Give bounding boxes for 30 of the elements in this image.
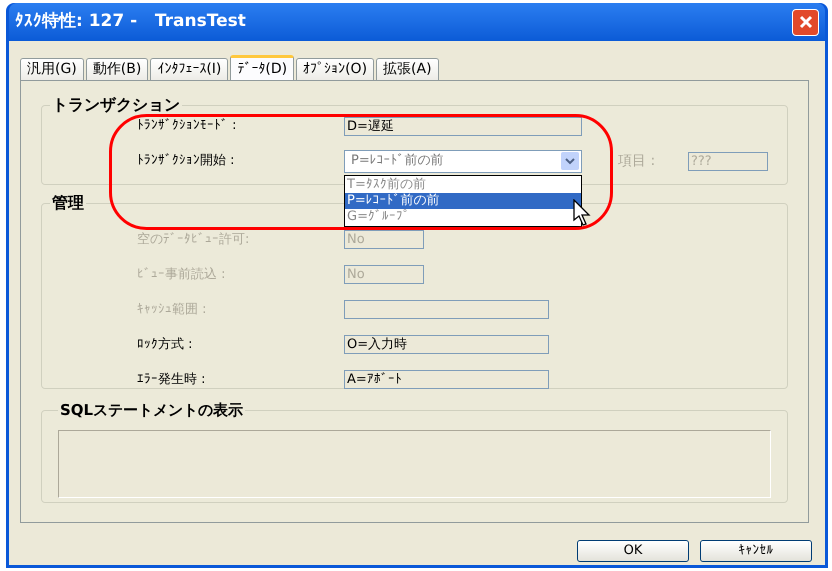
close-icon [798,15,812,29]
group-title: トランザクション [51,94,181,116]
dropdown-option[interactable]: T=ﾀｽｸ前の前 [345,176,581,192]
tab[interactable]: 拡張(A) [376,58,439,80]
dropdown[interactable]: P=ﾚｺｰﾄﾞ前の前 [344,150,582,172]
tab[interactable]: 汎用(G) [20,58,84,80]
field-label: ﾛｯｸ方式 : [137,336,194,354]
field-label: 空のﾃﾞｰﾀﾋﾞｭｰ許可: [137,230,250,249]
group-title: 管理 [51,192,85,214]
tab[interactable]: ﾃﾞｰﾀ(D) [230,55,294,80]
dialog-button[interactable]: OK [577,540,689,562]
close-button[interactable] [792,8,819,36]
field-label: ﾄﾗﾝｻﾞｸｼｮﾝﾓｰﾄﾞ : [137,117,238,136]
text-field[interactable]: A=ｱﾎﾞｰﾄ [344,370,549,389]
group-title: SQLステートメントの表示 [59,400,244,421]
text-field[interactable]: D=遅延 [344,116,582,136]
tab[interactable]: 動作(B) [86,58,148,80]
field-label: 項目 : [618,152,656,170]
dropdown-option[interactable]: P=ﾚｺｰﾄﾞ前の前 [345,192,581,208]
chevron-down-icon [561,152,579,170]
tab[interactable]: ｲﾝﾀﾌｪｰｽ(I) [150,58,228,80]
text-field[interactable]: O=入力時 [344,335,549,354]
text-field[interactable] [344,300,549,319]
window-title: ﾀｽｸ特性: 127 - TransTest [15,10,246,34]
tab[interactable]: ｵﾌﾟｼｮﾝ(O) [296,58,374,80]
field-label: ﾄﾗﾝｻﾞｸｼｮﾝ開始 : [137,152,236,170]
dialog-button[interactable]: ｷｬﾝｾﾙ [700,540,812,562]
field-label: ｷｬｯｼｭ範囲 : [137,300,208,319]
field-label: ﾋﾞｭｰ事前読込 : [137,266,227,284]
field-label: ｴﾗｰ発生時 : [137,370,207,389]
